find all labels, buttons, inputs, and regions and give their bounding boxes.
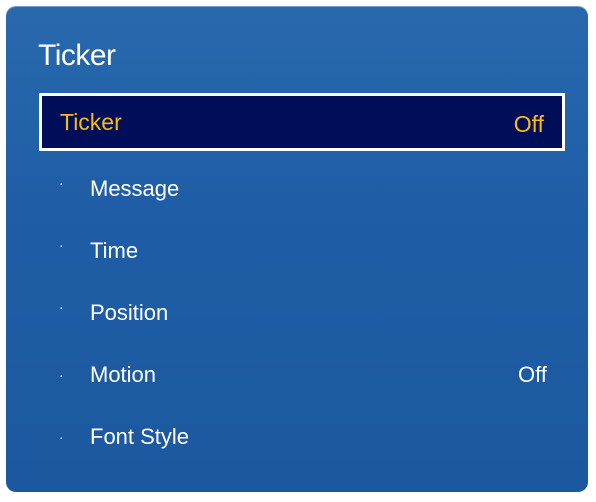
- menu-item-message[interactable]: · Message: [39, 171, 565, 211]
- bullet-icon: ·: [59, 237, 64, 253]
- bullet-icon: ·: [59, 429, 64, 445]
- menu-item-value: Off: [513, 111, 544, 137]
- menu-title: Ticker: [38, 39, 116, 72]
- menu-item-label: Motion: [90, 362, 157, 387]
- menu-item-label: Message: [90, 176, 180, 201]
- menu-item-label: Time: [90, 238, 139, 263]
- ticker-menu-panel: Ticker Ticker Off · Message · Time · Pos…: [6, 6, 588, 492]
- menu-item-label: Position: [90, 300, 169, 325]
- menu-item-label: Font Style: [90, 424, 190, 449]
- bullet-icon: ·: [59, 175, 64, 191]
- menu-item-label: Ticker: [60, 109, 122, 135]
- menu-item-motion[interactable]: · Motion Off: [39, 357, 565, 397]
- menu-item-ticker[interactable]: Ticker Off: [39, 93, 565, 151]
- menu-item-position[interactable]: · Position: [39, 295, 565, 335]
- menu-item-value: Off: [518, 362, 547, 387]
- menu-item-font-style[interactable]: · Font Style: [39, 419, 565, 459]
- bullet-icon: ·: [59, 367, 64, 383]
- bullet-icon: ·: [59, 299, 64, 315]
- menu-item-time[interactable]: · Time: [39, 233, 565, 273]
